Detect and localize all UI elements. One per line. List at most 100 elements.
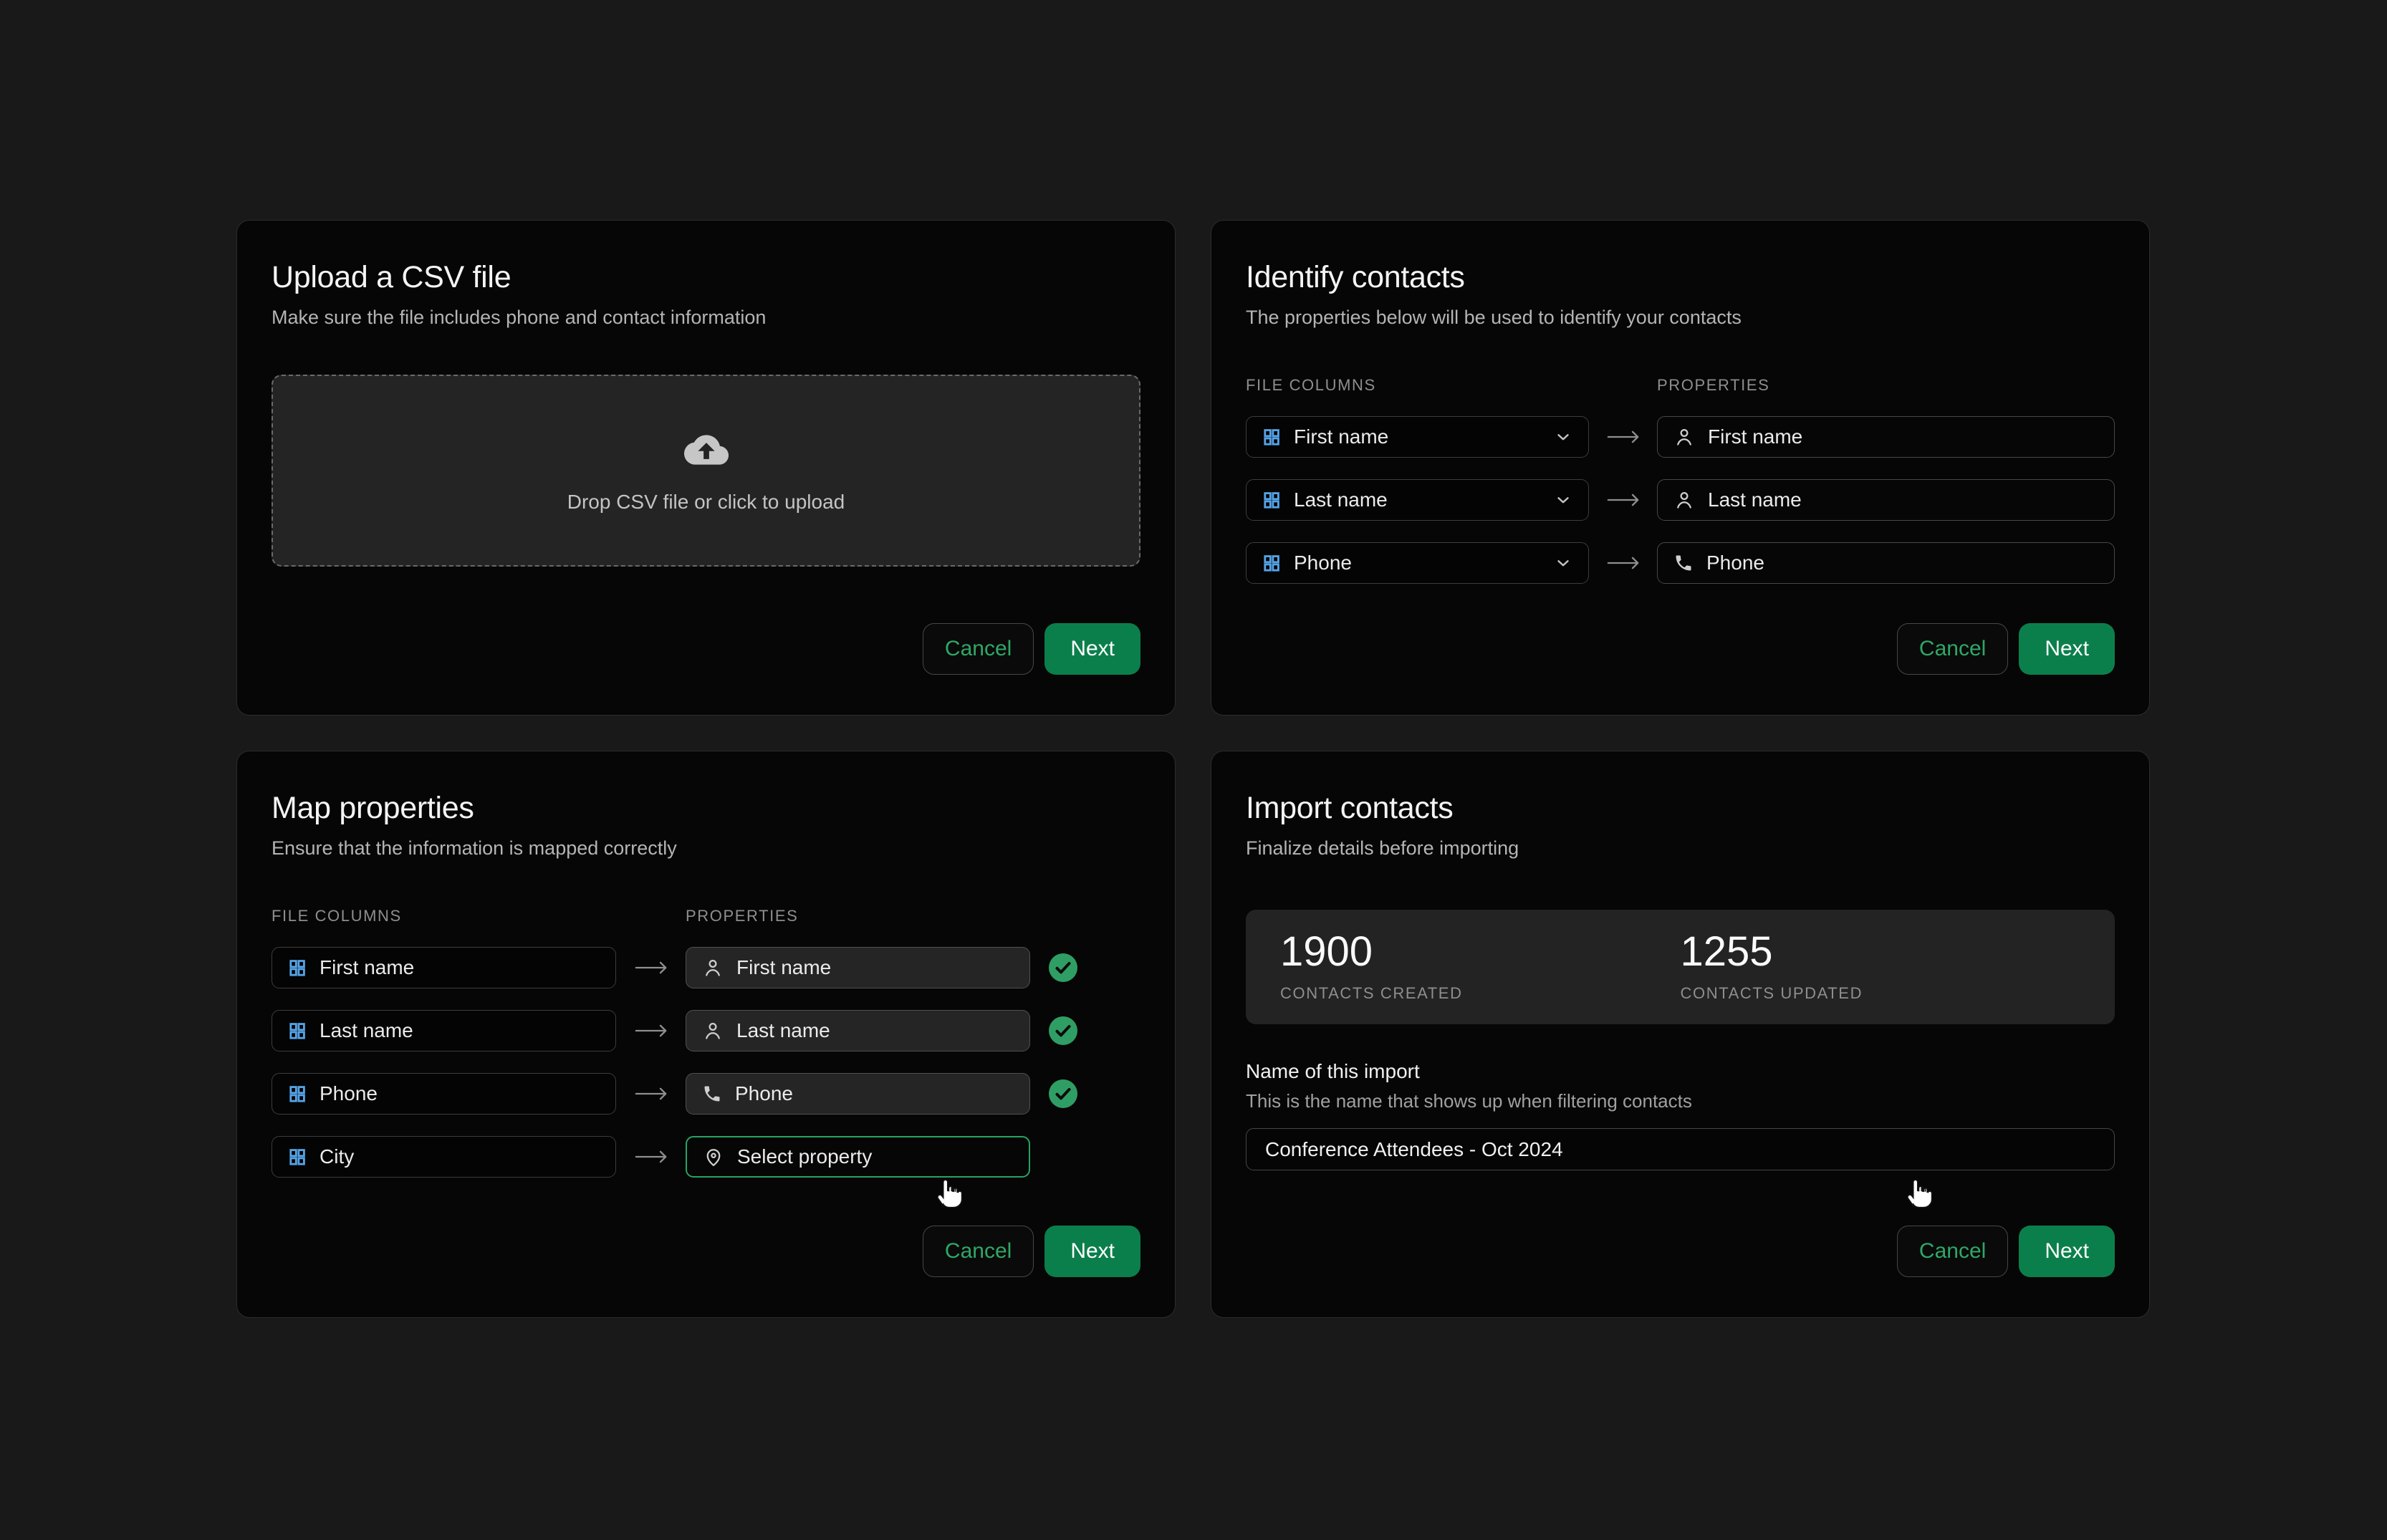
grid-columns-icon	[288, 1147, 307, 1166]
properties-header: PROPERTIES	[1657, 376, 2115, 395]
cancel-button[interactable]: Cancel	[923, 1226, 1034, 1277]
property-value: First name	[736, 956, 831, 979]
import-name-label: Name of this import	[1246, 1060, 2115, 1083]
file-column-dropdown[interactable]: Phone	[1246, 542, 1589, 584]
chevron-down-icon	[1554, 554, 1572, 572]
arrow-right-icon	[616, 958, 686, 977]
property-field[interactable]: Last name	[686, 1010, 1030, 1051]
page-title: Import contacts	[1246, 791, 2115, 825]
stat-contacts-updated: 1255 CONTACTS UPDATED	[1681, 931, 2081, 1003]
stat-label: CONTACTS CREATED	[1280, 984, 1681, 1003]
column-headers: FILE COLUMNS PROPERTIES	[1246, 376, 2115, 395]
person-icon	[702, 957, 724, 978]
property-field[interactable]: Phone	[686, 1073, 1030, 1115]
mapping-row: Phone Phone	[272, 1073, 1140, 1115]
file-column-value: Last name	[320, 1019, 413, 1042]
file-column-value: Phone	[320, 1082, 378, 1105]
check-circle-icon	[1030, 1016, 1140, 1045]
person-icon	[1673, 489, 1695, 511]
next-button[interactable]: Next	[1044, 623, 1140, 675]
csv-dropzone[interactable]: Drop CSV file or click to upload	[272, 375, 1140, 567]
next-button[interactable]: Next	[2019, 1226, 2115, 1277]
mapping-row: Last name Last name	[1246, 479, 2115, 521]
import-contacts-panel: Import contacts Finalize details before …	[1211, 751, 2150, 1318]
property-field[interactable]: Last name	[1657, 479, 2115, 521]
property-placeholder: Select property	[737, 1145, 872, 1168]
grid-columns-icon	[288, 1084, 307, 1103]
page-subtitle: Make sure the file includes phone and co…	[272, 306, 1140, 330]
file-column-field[interactable]: Phone	[272, 1073, 616, 1115]
file-columns-header: FILE COLUMNS	[1246, 376, 1589, 395]
file-column-field[interactable]: Last name	[272, 1010, 616, 1051]
cancel-button[interactable]: Cancel	[923, 623, 1034, 675]
arrow-right-icon	[1589, 491, 1657, 509]
check-circle-icon	[1030, 1079, 1140, 1108]
file-column-dropdown[interactable]: First name	[1246, 416, 1589, 458]
upload-csv-panel: Upload a CSV file Make sure the file inc…	[236, 220, 1176, 716]
panel-footer: Cancel Next	[1246, 1226, 2115, 1277]
cancel-button[interactable]: Cancel	[1897, 1226, 2008, 1277]
file-column-field[interactable]: First name	[272, 947, 616, 988]
panel-footer: Cancel Next	[1246, 623, 2115, 675]
file-column-value: First name	[1294, 425, 1388, 448]
grid-columns-icon	[1262, 428, 1281, 446]
dropzone-label: Drop CSV file or click to upload	[567, 491, 845, 514]
import-name-input[interactable]	[1246, 1128, 2115, 1170]
file-columns-header: FILE COLUMNS	[272, 907, 616, 925]
property-field[interactable]: First name	[1657, 416, 2115, 458]
phone-icon	[702, 1084, 722, 1104]
page-subtitle: Ensure that the information is mapped co…	[272, 837, 1140, 861]
property-value: Phone	[1706, 552, 1764, 574]
property-value: Last name	[1708, 489, 1802, 511]
properties-header: PROPERTIES	[686, 907, 1030, 925]
file-column-value: Last name	[1294, 489, 1388, 511]
page-subtitle: Finalize details before importing	[1246, 837, 2115, 861]
chevron-down-icon	[1554, 491, 1572, 509]
panel-footer: Cancel Next	[272, 623, 1140, 675]
next-button[interactable]: Next	[2019, 623, 2115, 675]
person-icon	[702, 1020, 724, 1041]
column-headers: FILE COLUMNS PROPERTIES	[272, 907, 1140, 925]
mapping-rows: First name First name	[1246, 416, 2115, 584]
mapping-row: First name First name	[272, 947, 1140, 988]
property-field[interactable]: Phone	[1657, 542, 2115, 584]
page-subtitle: The properties below will be used to ide…	[1246, 306, 2115, 330]
file-column-value: Phone	[1294, 552, 1352, 574]
property-field[interactable]: First name	[686, 947, 1030, 988]
arrow-right-icon	[1589, 554, 1657, 572]
location-pin-icon	[703, 1146, 724, 1168]
stat-value: 1900	[1280, 931, 1681, 973]
mapping-row: City Select property	[272, 1136, 1140, 1178]
phone-icon	[1673, 553, 1694, 573]
arrow-right-icon	[1589, 428, 1657, 446]
stat-value: 1255	[1681, 931, 2081, 973]
grid-columns-icon	[1262, 554, 1281, 572]
arrow-right-icon	[616, 1021, 686, 1040]
mapping-row: Last name Last name	[272, 1010, 1140, 1051]
file-column-value: City	[320, 1145, 354, 1168]
property-value: Phone	[735, 1082, 793, 1105]
cancel-button[interactable]: Cancel	[1897, 623, 2008, 675]
select-property-field[interactable]: Select property	[686, 1136, 1030, 1178]
next-button[interactable]: Next	[1044, 1226, 1140, 1277]
page-title: Map properties	[272, 791, 1140, 825]
cloud-upload-icon	[684, 428, 729, 472]
import-wizard-screens: Upload a CSV file Make sure the file inc…	[0, 0, 2387, 1540]
person-icon	[1673, 426, 1695, 448]
identify-contacts-panel: Identify contacts The properties below w…	[1211, 220, 2150, 716]
file-column-value: First name	[320, 956, 414, 979]
grid-columns-icon	[288, 1021, 307, 1040]
arrow-right-icon	[616, 1084, 686, 1103]
page-title: Identify contacts	[1246, 261, 2115, 294]
panel-footer: Cancel Next	[272, 1226, 1140, 1277]
file-column-field[interactable]: City	[272, 1136, 616, 1178]
stat-contacts-created: 1900 CONTACTS CREATED	[1280, 931, 1681, 1003]
chevron-down-icon	[1554, 428, 1572, 446]
stat-label: CONTACTS UPDATED	[1681, 984, 2081, 1003]
mapping-row: Phone Phone	[1246, 542, 2115, 584]
file-column-dropdown[interactable]: Last name	[1246, 479, 1589, 521]
mapping-rows: First name First name	[272, 947, 1140, 1178]
map-properties-panel: Map properties Ensure that the informati…	[236, 751, 1176, 1318]
page-title: Upload a CSV file	[272, 261, 1140, 294]
grid-columns-icon	[288, 958, 307, 977]
